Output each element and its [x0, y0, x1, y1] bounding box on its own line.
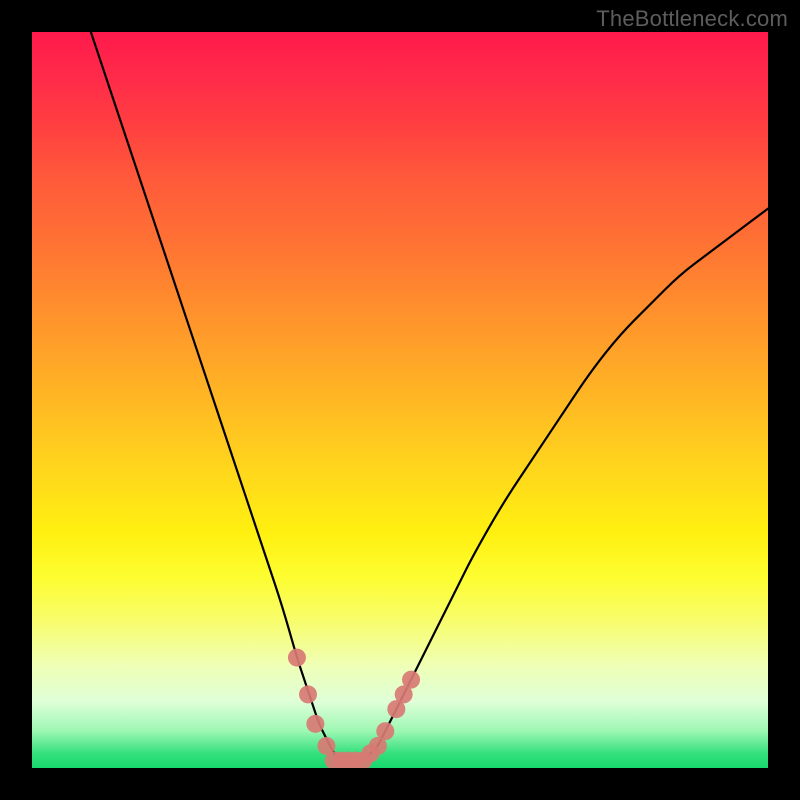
- plot-area: [32, 32, 768, 768]
- curve-marker: [376, 722, 394, 740]
- bottleneck-curve-path: [91, 32, 768, 761]
- bottleneck-curve: [91, 32, 768, 761]
- curve-marker: [306, 715, 324, 733]
- curve-marker: [402, 671, 420, 689]
- curve-marker: [299, 685, 317, 703]
- watermark-text: TheBottleneck.com: [596, 6, 788, 32]
- curve-layer: [32, 32, 768, 768]
- curve-marker: [288, 649, 306, 667]
- curve-markers: [288, 649, 420, 768]
